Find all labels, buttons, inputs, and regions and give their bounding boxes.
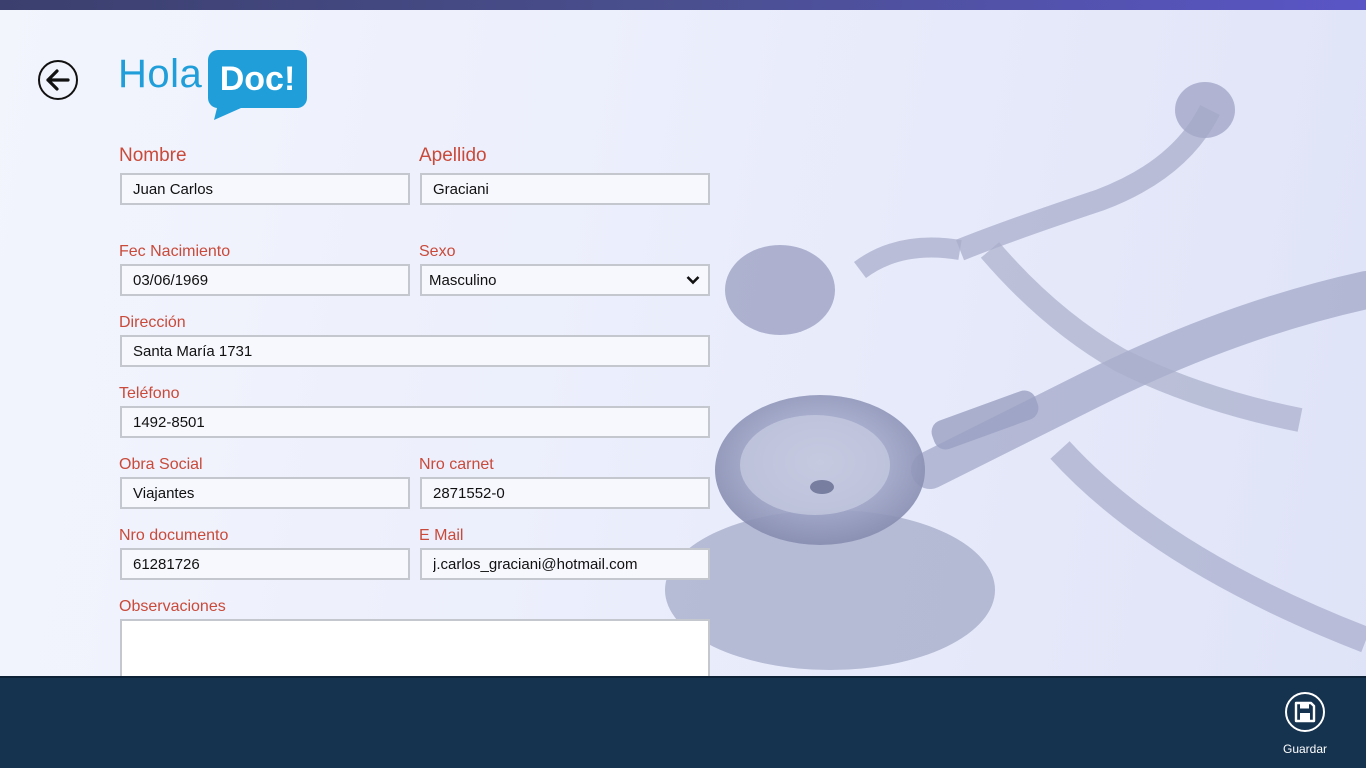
apellido-input[interactable]: [420, 173, 710, 205]
chevron-down-icon: [686, 276, 700, 285]
nro-documento-label: Nro documento: [119, 527, 229, 544]
bottom-app-bar: Guardar: [0, 676, 1366, 768]
sexo-label: Sexo: [419, 243, 456, 260]
logo-text: Hola: [118, 52, 203, 96]
save-button-circle: [1285, 692, 1325, 732]
nro-carnet-input[interactable]: [420, 477, 710, 509]
holadoc-logo: Hola Doc!: [118, 48, 318, 122]
save-button[interactable]: Guardar: [1272, 692, 1338, 758]
sexo-select[interactable]: Masculino: [420, 264, 710, 296]
nro-documento-input[interactable]: [120, 548, 410, 580]
logo-bubble-text: Doc!: [219, 59, 296, 98]
logo-bubble-tail: [214, 104, 250, 120]
telefono-label: Teléfono: [119, 385, 180, 402]
obra-social-label: Obra Social: [119, 456, 203, 473]
nombre-label: Nombre: [119, 145, 187, 166]
direccion-label: Dirección: [119, 314, 186, 331]
observaciones-label: Observaciones: [119, 598, 226, 615]
back-arrow-icon: [46, 69, 70, 91]
logo-bubble: Doc!: [208, 50, 307, 108]
top-accent-bar: [0, 0, 1366, 10]
fec-nacimiento-label: Fec Nacimiento: [119, 243, 231, 260]
telefono-input[interactable]: [120, 406, 710, 438]
save-button-label: Guardar: [1282, 742, 1328, 756]
nro-carnet-label: Nro carnet: [419, 456, 494, 473]
back-button[interactable]: [38, 60, 78, 100]
email-label: E Mail: [419, 527, 464, 544]
direccion-input[interactable]: [120, 335, 710, 367]
floppy-disk-icon: [1294, 701, 1316, 723]
fec-nacimiento-input[interactable]: [120, 264, 410, 296]
sexo-selected-value: Masculino: [429, 271, 497, 289]
apellido-label: Apellido: [419, 145, 487, 166]
email-input[interactable]: [420, 548, 710, 580]
obra-social-input[interactable]: [120, 477, 410, 509]
nombre-input[interactable]: [120, 173, 410, 205]
